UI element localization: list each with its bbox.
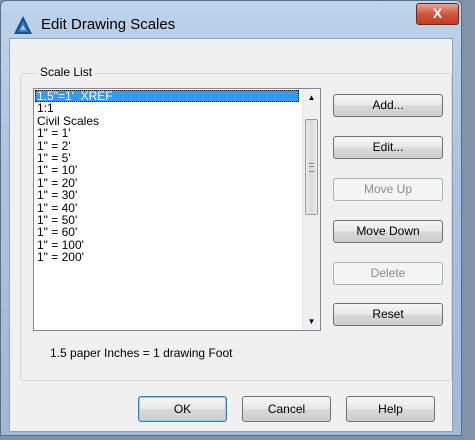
- window-title: Edit Drawing Scales: [41, 16, 176, 33]
- move-up-button[interactable]: Move Up: [333, 178, 443, 201]
- list-item[interactable]: 1" = 30': [35, 189, 299, 202]
- autocad-a-icon: [14, 16, 32, 34]
- list-item[interactable]: 1.5"=1'_XREF: [35, 90, 299, 102]
- list-item[interactable]: 1" = 200': [35, 251, 299, 264]
- list-item[interactable]: 1:1: [35, 102, 299, 115]
- scale-list-label: Scale List: [37, 65, 96, 79]
- scale-list-items: 1.5"=1'_XREF 1:1 Civil Scales 1" = 1' 1" = 2…: [35, 90, 299, 263]
- scroll-thumb[interactable]: [305, 119, 318, 215]
- edit-button[interactable]: Edit...: [333, 136, 443, 159]
- reset-button[interactable]: Reset: [333, 303, 443, 326]
- list-item[interactable]: 1" = 1': [35, 127, 299, 140]
- list-item[interactable]: 1" = 60': [35, 226, 299, 239]
- scroll-grip-icon: [309, 163, 314, 172]
- list-item[interactable]: Civil Scales: [35, 114, 299, 127]
- list-item[interactable]: 1" = 2': [35, 139, 299, 152]
- scroll-down-arrow-icon[interactable]: ▼: [303, 313, 320, 330]
- vertical-scrollbar[interactable]: ▲ ▼: [302, 89, 320, 330]
- scale-listbox[interactable]: 1.5"=1'_XREF 1:1 Civil Scales 1" = 1' 1" = 2…: [33, 88, 321, 331]
- title-bar[interactable]: Edit Drawing Scales X: [1, 1, 461, 39]
- cancel-button[interactable]: Cancel: [242, 396, 331, 422]
- scroll-up-arrow-icon[interactable]: ▲: [303, 89, 320, 106]
- scale-description: 1.5 paper Inches = 1 drawing Foot: [50, 346, 233, 360]
- ok-button[interactable]: OK: [138, 396, 227, 422]
- close-icon: X: [432, 5, 443, 21]
- close-button[interactable]: X: [416, 3, 459, 25]
- move-down-button[interactable]: Move Down: [333, 220, 443, 243]
- add-button[interactable]: Add...: [333, 94, 443, 117]
- delete-button[interactable]: Delete: [333, 262, 443, 285]
- list-item[interactable]: 1" = 10': [35, 164, 299, 177]
- help-button[interactable]: Help: [346, 396, 435, 422]
